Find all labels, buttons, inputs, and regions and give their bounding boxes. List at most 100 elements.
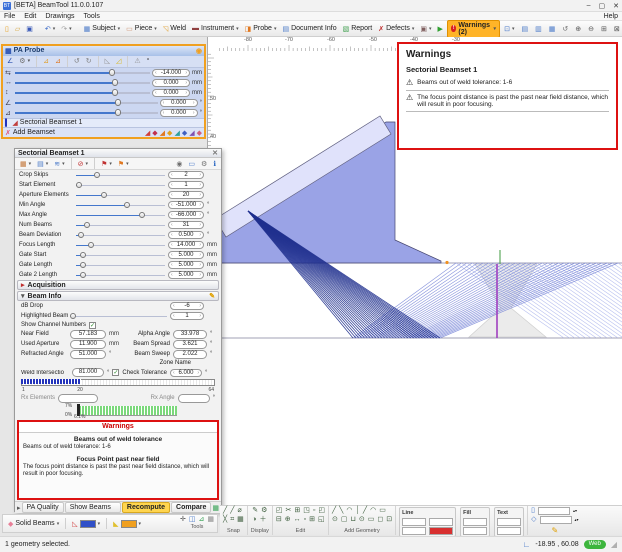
spin-increment-icon[interactable]: › (199, 313, 201, 319)
show-channel-checkbox[interactable]: ✓ (89, 322, 96, 329)
value-spinner[interactable]: ‹5.000› (168, 271, 204, 279)
value-spinner[interactable]: ‹1› (170, 312, 204, 320)
tool-icon[interactable]: ⊟ (276, 516, 282, 524)
line-color-swatch[interactable] (429, 527, 453, 535)
skew-left-icon[interactable]: ◺ (105, 57, 110, 65)
beamset-pink-icon[interactable]: ◆ (197, 129, 202, 137)
spin-increment-icon[interactable]: › (185, 90, 187, 96)
tool-icon[interactable]: ↔ (294, 516, 301, 524)
window-single-button[interactable]: ▤ (519, 24, 530, 34)
value-spinner[interactable]: ‹5.000› (168, 261, 204, 269)
close-button[interactable]: ✕ (613, 2, 619, 10)
dimension-field[interactable] (538, 507, 570, 515)
drawing-canvas[interactable]: -80-70-60-50-40-30 5040 Warnings Sectori… (207, 37, 622, 505)
gear-button[interactable]: ⚙▾ (17, 56, 32, 66)
wedge-color-swatch[interactable] (121, 520, 137, 528)
subject-button[interactable]: ▦Subject▾ (82, 24, 123, 34)
beam-color-swatch[interactable] (80, 520, 96, 528)
slider[interactable] (76, 231, 165, 239)
spin-decrement-icon[interactable]: ‹ (163, 100, 165, 106)
slider-thumb[interactable] (84, 222, 90, 229)
tool-icon[interactable]: ◠ (346, 507, 352, 515)
flag-orange-button[interactable]: ⚑▾ (116, 159, 131, 169)
spin-decrement-icon[interactable]: ‹ (171, 202, 173, 208)
slider[interactable] (15, 109, 158, 117)
value-spinner[interactable]: ‹-51.000› (168, 201, 204, 209)
spin-increment-icon[interactable]: › (199, 222, 201, 228)
info-icon[interactable]: ℹ (213, 160, 216, 168)
tool-icon[interactable]: ◰ (318, 507, 325, 515)
angle-measure-button[interactable]: ∠ (5, 56, 15, 66)
slider-thumb[interactable] (94, 172, 100, 179)
rotate-left-button[interactable]: ↺ (72, 56, 82, 66)
tool-icon[interactable]: ◳ (303, 507, 310, 515)
slider-thumb[interactable] (124, 202, 130, 209)
rotate-left-icon[interactable]: ↺ (74, 57, 80, 65)
slider-thumb[interactable] (115, 109, 121, 116)
pa-probe-header[interactable]: ▦ PA Probe ◉ (3, 46, 204, 56)
panel-expander-icon[interactable]: ▸ (17, 504, 21, 512)
undo-button[interactable]: ↶▾ (43, 24, 57, 34)
menu-tools[interactable]: Tools (84, 13, 100, 20)
slider-thumb[interactable] (78, 232, 84, 239)
spin-increment-icon[interactable]: › (193, 100, 195, 106)
slider-thumb[interactable] (109, 69, 115, 76)
value-spinner[interactable]: ‹0.000› (160, 109, 198, 117)
spin-increment-icon[interactable]: › (197, 370, 199, 376)
beamset-red-icon[interactable]: ◢ (145, 129, 150, 137)
slider-thumb[interactable] (139, 212, 145, 219)
spin-decrement-icon[interactable]: ‹ (171, 172, 173, 178)
report-button[interactable]: ▧Report (341, 24, 375, 34)
skew-right-icon[interactable]: ◿ (116, 57, 121, 65)
spin-decrement-icon[interactable]: ‹ (173, 370, 175, 376)
spin-increment-icon[interactable]: › (185, 70, 187, 76)
skew-right-button[interactable]: ◿ (114, 56, 123, 66)
spin-increment-icon[interactable]: › (199, 202, 201, 208)
tool-icon[interactable]: ╱ (363, 507, 367, 515)
flag-red-icon[interactable]: ⚑ (101, 160, 107, 168)
tool-icon[interactable]: ╱ (332, 507, 336, 515)
measure-icon[interactable]: ⊿ (199, 516, 205, 524)
slider-thumb[interactable] (80, 252, 86, 259)
spin-increment-icon[interactable]: › (199, 182, 201, 188)
spin-decrement-icon[interactable]: ‹ (171, 242, 173, 248)
resize-grip[interactable]: ◢ (611, 540, 617, 549)
skew-left-button[interactable]: ◺ (103, 56, 112, 66)
style-dropdown[interactable] (463, 527, 487, 535)
document-info-button[interactable]: ▤Document Info (280, 24, 338, 34)
tool-icon[interactable]: ⊡ (386, 516, 392, 524)
slider-thumb[interactable] (88, 242, 94, 249)
slider-thumb[interactable] (80, 262, 86, 269)
rotate-right-icon[interactable]: ↻ (86, 57, 92, 65)
maximize-button[interactable]: ▢ (599, 2, 606, 10)
tool-icon[interactable]: ⊙ (332, 516, 338, 524)
warning-button[interactable]: ⚠ (132, 56, 142, 66)
style-dropdown[interactable] (402, 518, 426, 526)
value-spinner[interactable]: ‹1› (168, 181, 204, 189)
spin-decrement-icon[interactable]: ‹ (155, 90, 157, 96)
window-split-button[interactable]: ▥ (533, 24, 544, 34)
defects-button[interactable]: ✗Defects▾ (376, 24, 416, 34)
beamset-panel-header[interactable]: Sectorial Beamset 1 ✕ (15, 149, 221, 158)
slider[interactable] (76, 221, 165, 229)
weld-button[interactable]: ◹Weld (161, 24, 188, 34)
spin-increment-icon[interactable]: › (199, 252, 201, 258)
monitor-button[interactable]: ▭ (186, 159, 197, 169)
tool-icon[interactable]: ╱ (223, 507, 227, 515)
tool-icon[interactable]: ▦ (237, 516, 244, 524)
style-dropdown[interactable] (402, 527, 426, 535)
beam-display-icon[interactable]: ▦ (20, 160, 27, 168)
flip-horizontal-button[interactable]: ⊿ (41, 56, 51, 66)
tool-icon[interactable]: ⊞ (294, 507, 300, 515)
style-dropdown[interactable] (463, 518, 487, 526)
edit-style-icon[interactable]: ✎ (551, 526, 558, 535)
tool-icon[interactable]: ⊕ (285, 516, 291, 524)
spin-decrement-icon[interactable]: ‹ (163, 110, 165, 116)
tool-icon[interactable]: ▭ (379, 507, 386, 515)
spin-decrement-icon[interactable]: ‹ (171, 232, 173, 238)
beamset-teal-icon[interactable]: ◢ (174, 129, 179, 137)
slider[interactable] (76, 171, 165, 179)
menu-drawings[interactable]: Drawings (45, 13, 74, 20)
spin-decrement-icon[interactable]: ‹ (171, 262, 173, 268)
tool-icon[interactable]: ▭ (368, 516, 375, 524)
